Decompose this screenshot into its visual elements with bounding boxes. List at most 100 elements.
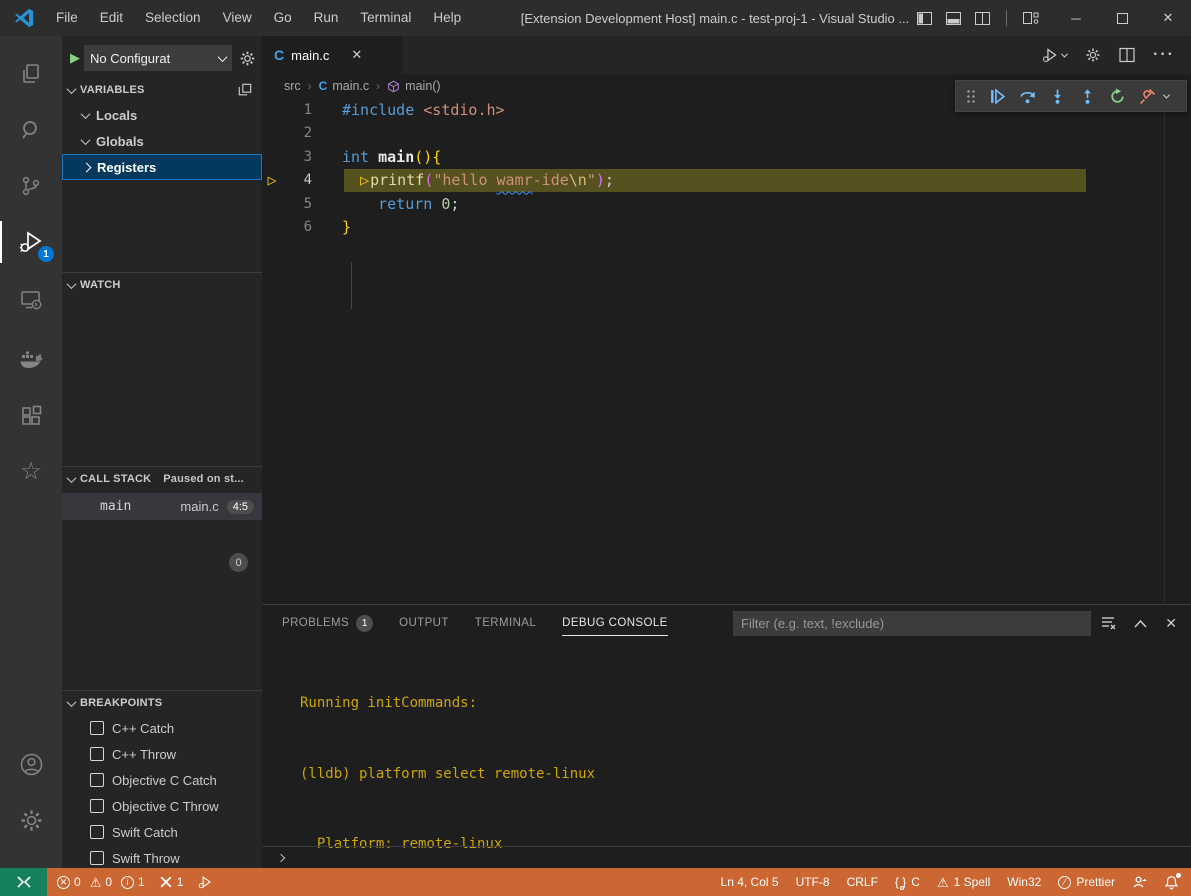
breakpoint-cpp-throw[interactable]: C++ Throw <box>62 741 262 767</box>
breadcrumb-dir[interactable]: src <box>284 79 301 93</box>
remote-indicator[interactable] <box>0 868 47 896</box>
checkbox[interactable] <box>90 747 104 761</box>
chevron-right-icon: › <box>376 79 380 93</box>
checkbox[interactable] <box>90 851 104 865</box>
menu-selection[interactable]: Selection <box>134 0 212 36</box>
toggle-panel-icon[interactable] <box>946 12 961 25</box>
debug-console-input[interactable] <box>262 846 1191 868</box>
breadcrumb-symbol[interactable]: main() <box>405 79 440 93</box>
problems-status[interactable]: ✕ 0 ⚠ 0 i 1 <box>57 875 145 889</box>
disconnect-button[interactable] <box>1134 83 1160 109</box>
spell-checker-status[interactable]: ⚠ 1 Spell <box>937 875 990 889</box>
more-actions-icon[interactable]: ··· <box>1153 46 1175 64</box>
indent-guide <box>351 262 352 309</box>
tab-output[interactable]: OUTPUT <box>399 605 449 641</box>
maximize-panel-icon[interactable] <box>1134 619 1147 628</box>
menu-view[interactable]: View <box>212 0 263 36</box>
start-debug-icon[interactable]: ▶ <box>70 50 80 66</box>
toggle-sidebar-icon[interactable] <box>917 12 932 25</box>
clear-console-icon[interactable] <box>1100 615 1116 631</box>
debug-toolbar <box>955 80 1187 112</box>
symbol-method-icon <box>387 80 400 93</box>
console-filter-input[interactable] <box>733 611 1091 636</box>
editor-settings-gear-icon[interactable] <box>1085 47 1101 63</box>
tab-main-c[interactable]: C main.c ✕ <box>262 36 402 74</box>
platform-indicator[interactable]: Win32 <box>1007 875 1041 889</box>
checkbox[interactable] <box>90 721 104 735</box>
toolbar-drag-grip[interactable] <box>966 89 976 103</box>
accounts-icon[interactable] <box>0 740 62 788</box>
maximize-button[interactable] <box>1099 0 1145 36</box>
step-into-button[interactable] <box>1044 83 1070 109</box>
breakpoints-section-header[interactable]: BREAKPOINTS <box>62 691 262 715</box>
close-tab-icon[interactable]: ✕ <box>351 47 362 63</box>
encoding-indicator[interactable]: UTF-8 <box>796 875 830 889</box>
tab-strip: C main.c ✕ ··· <box>262 36 1191 74</box>
breakpoint-objc-throw[interactable]: Objective C Throw <box>62 793 262 819</box>
variables-item-registers[interactable]: Registers <box>62 154 262 180</box>
chevron-right-icon <box>82 162 92 172</box>
code-line-5: 5 return 0; <box>262 192 1191 216</box>
paused-status: Paused on st... <box>163 473 244 485</box>
tab-problems[interactable]: PROBLEMS 1 <box>282 605 373 641</box>
extensions-grid-icon[interactable] <box>0 392 62 440</box>
step-out-button[interactable] <box>1074 83 1100 109</box>
restart-button[interactable] <box>1104 83 1130 109</box>
variables-section-header[interactable]: VARIABLES <box>62 78 262 102</box>
menu-terminal[interactable]: Terminal <box>349 0 422 36</box>
notifications-bell-icon[interactable] <box>1164 875 1179 890</box>
tools-status[interactable]: 1 <box>159 875 184 889</box>
close-window-button[interactable]: ✕ <box>1145 0 1191 36</box>
split-editor-icon[interactable] <box>1119 47 1135 63</box>
menu-run[interactable]: Run <box>303 0 350 36</box>
watch-section-header[interactable]: WATCH <box>62 273 262 297</box>
remote-explorer-icon[interactable] <box>0 276 62 324</box>
customize-layout-icon[interactable] <box>1023 11 1039 25</box>
step-over-button[interactable] <box>1014 83 1040 109</box>
debug-status-icon[interactable] <box>197 874 213 890</box>
language-mode[interactable]: { } C <box>895 875 920 889</box>
minimize-button[interactable]: ─ <box>1053 0 1099 36</box>
breakpoint-objc-catch[interactable]: Objective C Catch <box>62 767 262 793</box>
run-or-debug-icon[interactable] <box>1041 46 1067 64</box>
debug-config-dropdown[interactable]: No Configurat <box>84 45 232 71</box>
continue-button[interactable] <box>984 83 1010 109</box>
close-panel-icon[interactable]: ✕ <box>1165 615 1177 632</box>
variables-item-globals[interactable]: Globals <box>62 128 262 154</box>
chevron-right-icon: › <box>308 79 312 93</box>
debug-settings-gear-icon[interactable] <box>239 50 256 67</box>
favorites-star-icon[interactable]: ☆ <box>0 448 62 496</box>
call-stack-section-header[interactable]: CALL STACK Paused on st... <box>62 467 262 491</box>
tab-terminal[interactable]: TERMINAL <box>475 605 536 641</box>
breakpoint-cpp-catch[interactable]: C++ Catch <box>62 715 262 741</box>
eol-indicator[interactable]: CRLF <box>847 875 878 889</box>
menu-file[interactable]: File <box>45 0 89 36</box>
vscode-logo-icon <box>13 7 35 29</box>
source-control-icon[interactable] <box>0 162 62 210</box>
cursor-position[interactable]: Ln 4, Col 5 <box>721 875 779 889</box>
run-and-debug-icon[interactable]: 1 <box>0 218 62 266</box>
copy-icon[interactable] <box>238 83 252 97</box>
checkbox[interactable] <box>90 825 104 839</box>
feedback-person-icon[interactable] <box>1132 875 1147 890</box>
tab-debug-console[interactable]: DEBUG CONSOLE <box>562 605 668 641</box>
menu-go[interactable]: Go <box>263 0 303 36</box>
code-editor[interactable]: 1 #include <stdio.h> 2 3 int main(){ ▷ 4… <box>262 98 1191 604</box>
checkbox[interactable] <box>90 799 104 813</box>
warnings-icon: ⚠ <box>90 876 102 889</box>
explorer-icon[interactable] <box>0 50 62 98</box>
chevron-down-icon[interactable] <box>1163 91 1170 98</box>
toggle-secondary-sidebar-icon[interactable] <box>975 12 990 25</box>
breakpoint-swift-catch[interactable]: Swift Catch <box>62 819 262 845</box>
menu-help[interactable]: Help <box>422 0 472 36</box>
menu-edit[interactable]: Edit <box>89 0 134 36</box>
breadcrumb-file[interactable]: main.c <box>332 79 369 93</box>
formatter-status[interactable]: ⁄ Prettier <box>1058 875 1115 889</box>
docker-icon[interactable] <box>0 336 62 384</box>
code-line-6: 6 } <box>262 216 1191 240</box>
settings-gear-icon[interactable] <box>0 796 62 844</box>
checkbox[interactable] <box>90 773 104 787</box>
variables-item-locals[interactable]: Locals <box>62 102 262 128</box>
search-icon[interactable] <box>0 106 62 154</box>
console-line: (lldb) platform select remote-linux <box>300 763 1181 787</box>
